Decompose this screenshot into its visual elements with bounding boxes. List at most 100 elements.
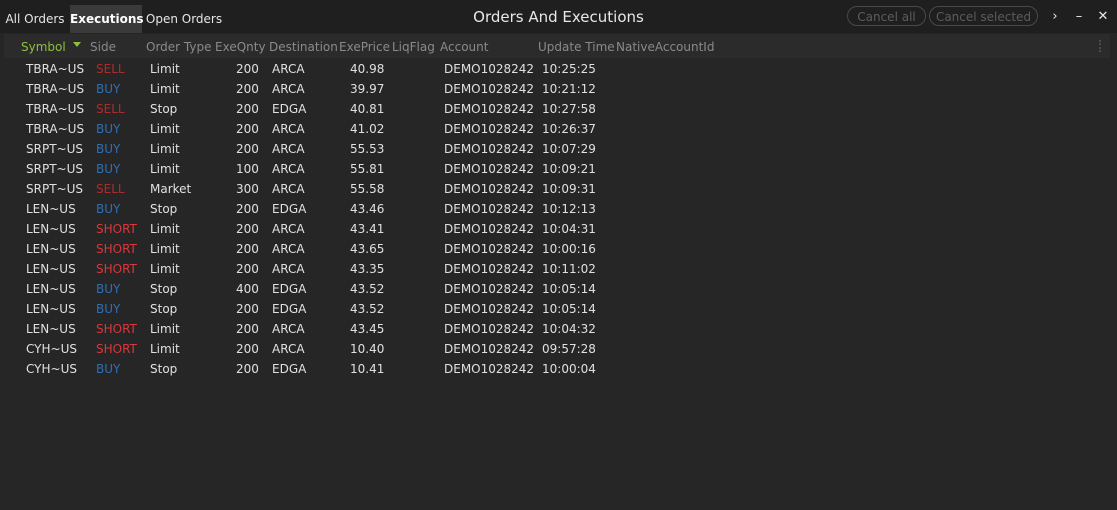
cell-exe-price: 55.58 — [350, 182, 385, 196]
cell-exe-qnty: 200 — [236, 142, 259, 156]
cell-exe-qnty: 200 — [236, 82, 259, 96]
cell-order-type: Limit — [150, 242, 180, 256]
table-row[interactable]: SRPT~US SELL Market 300 ARCA 55.58 DEMO1028242… — [0, 179, 1117, 199]
table-row[interactable]: LEN~US SHORT Limit 200 ARCA 43.41 DEMO1028242 1… — [0, 219, 1117, 239]
tab-executions[interactable]: Executions — [70, 5, 144, 33]
cell-side: SHORT — [96, 322, 137, 336]
cell-destination: EDGA — [272, 282, 307, 296]
cell-side: SELL — [96, 102, 125, 116]
table-row[interactable]: SRPT~US BUY Limit 200 ARCA 55.53 DEMO1028242 10… — [0, 139, 1117, 159]
cell-order-type: Limit — [150, 122, 180, 136]
cell-side: BUY — [96, 302, 121, 316]
column-header-exe-qnty[interactable]: ExeQnty — [215, 40, 266, 54]
cell-exe-qnty: 200 — [236, 222, 259, 236]
table-row[interactable]: LEN~US SHORT Limit 200 ARCA 43.45 DEMO1028242 1… — [0, 319, 1117, 339]
cell-symbol: LEN~US — [26, 242, 76, 256]
cell-update-time: 10:05:14 — [542, 302, 596, 316]
sort-descending-icon[interactable] — [73, 42, 81, 47]
column-header-order-type[interactable]: Order Type — [146, 40, 211, 54]
cell-side: BUY — [96, 162, 121, 176]
column-header-side[interactable]: Side — [90, 40, 116, 54]
cell-side: BUY — [96, 82, 121, 96]
cell-update-time: 10:21:12 — [542, 82, 596, 96]
cell-destination: ARCA — [272, 182, 305, 196]
cell-destination: ARCA — [272, 162, 305, 176]
close-icon[interactable]: ✕ — [1093, 7, 1113, 27]
cell-destination: EDGA — [272, 362, 307, 376]
cell-exe-price: 10.40 — [350, 342, 385, 356]
cell-exe-qnty: 200 — [236, 122, 259, 136]
cell-account: DEMO1028242 — [444, 302, 535, 316]
column-header-native-account-id[interactable]: NativeAccountId — [616, 40, 714, 54]
table-row[interactable]: SRPT~US BUY Limit 100 ARCA 55.81 DEMO1028242 10… — [0, 159, 1117, 179]
cell-update-time: 10:26:37 — [542, 122, 596, 136]
cell-destination: ARCA — [272, 262, 305, 276]
cell-account: DEMO1028242 — [444, 82, 535, 96]
cell-account: DEMO1028242 — [444, 142, 535, 156]
table-row[interactable]: TBRA~US BUY Limit 200 ARCA 39.97 DEMO1028242 10… — [0, 79, 1117, 99]
tab-open-orders[interactable]: Open Orders — [144, 5, 224, 33]
cell-destination: ARCA — [272, 122, 305, 136]
title-bar: All Orders Executions Open Orders Orders… — [0, 0, 1117, 33]
cell-update-time: 10:04:31 — [542, 222, 596, 236]
column-header-liq-flag[interactable]: LiqFlag — [392, 40, 435, 54]
cell-update-time: 10:25:25 — [542, 62, 596, 76]
table-row[interactable]: LEN~US SHORT Limit 200 ARCA 43.35 DEMO1028242 1… — [0, 259, 1117, 279]
column-header-symbol[interactable]: Symbol — [21, 40, 66, 54]
cell-order-type: Limit — [150, 222, 180, 236]
cell-exe-price: 43.45 — [350, 322, 385, 336]
cell-symbol: CYH~US — [26, 342, 77, 356]
cell-side: SHORT — [96, 262, 137, 276]
cell-symbol: LEN~US — [26, 282, 76, 296]
cell-order-type: Market — [150, 182, 192, 196]
cell-order-type: Stop — [150, 102, 178, 116]
table-row[interactable]: LEN~US BUY Stop 200 EDGA 43.52 DEMO1028242 10:0… — [0, 299, 1117, 319]
table-row[interactable]: TBRA~US BUY Limit 200 ARCA 41.02 DEMO1028242 10… — [0, 119, 1117, 139]
cell-order-type: Limit — [150, 322, 180, 336]
cell-side: SHORT — [96, 222, 137, 236]
table-row[interactable]: LEN~US BUY Stop 200 EDGA 43.46 DEMO1028242 10:1… — [0, 199, 1117, 219]
cell-exe-qnty: 200 — [236, 202, 259, 216]
column-header-destination[interactable]: Destination — [269, 40, 338, 54]
table-row[interactable]: CYH~US BUY Stop 200 EDGA 10.41 DEMO1028242 10:0… — [0, 359, 1117, 379]
column-menu-grip-icon[interactable] — [1099, 40, 1104, 52]
cell-account: DEMO1028242 — [444, 62, 535, 76]
cell-exe-qnty: 200 — [236, 342, 259, 356]
cell-account: DEMO1028242 — [444, 362, 535, 376]
cell-exe-price: 43.52 — [350, 282, 385, 296]
tab-all-orders[interactable]: All Orders — [2, 5, 68, 33]
minimize-icon[interactable]: – — [1069, 7, 1089, 27]
table-row[interactable]: TBRA~US SELL Limit 200 ARCA 40.98 DEMO1028242 1… — [0, 59, 1117, 79]
cell-side: BUY — [96, 202, 121, 216]
cell-destination: ARCA — [272, 62, 305, 76]
expand-chevron-icon[interactable]: › — [1045, 7, 1065, 27]
table-row[interactable]: LEN~US BUY Stop 400 EDGA 43.52 DEMO1028242 10:0… — [0, 279, 1117, 299]
cell-exe-price: 43.41 — [350, 222, 385, 236]
column-header-update-time[interactable]: Update Time — [538, 40, 615, 54]
cell-exe-qnty: 200 — [236, 362, 259, 376]
cancel-selected-button[interactable]: Cancel selected — [929, 6, 1038, 26]
cell-exe-price: 43.35 — [350, 262, 385, 276]
cell-update-time: 10:05:14 — [542, 282, 596, 296]
cell-exe-price: 10.41 — [350, 362, 385, 376]
cell-destination: ARCA — [272, 342, 305, 356]
cell-symbol: LEN~US — [26, 262, 76, 276]
cell-order-type: Limit — [150, 342, 180, 356]
cell-order-type: Stop — [150, 202, 178, 216]
cell-destination: ARCA — [272, 322, 305, 336]
column-header-account[interactable]: Account — [440, 40, 488, 54]
cell-order-type: Limit — [150, 62, 180, 76]
column-header-exe-price[interactable]: ExePrice — [339, 40, 390, 54]
table-row[interactable]: CYH~US SHORT Limit 200 ARCA 10.40 DEMO1028242 0… — [0, 339, 1117, 359]
table-row[interactable]: LEN~US SHORT Limit 200 ARCA 43.65 DEMO1028242 1… — [0, 239, 1117, 259]
cell-symbol: TBRA~US — [26, 82, 85, 96]
cell-update-time: 10:04:32 — [542, 322, 596, 336]
cell-account: DEMO1028242 — [444, 162, 535, 176]
cell-exe-price: 55.53 — [350, 142, 385, 156]
table-row[interactable]: TBRA~US SELL Stop 200 EDGA 40.81 DEMO1028242 10… — [0, 99, 1117, 119]
cancel-all-button[interactable]: Cancel all — [847, 6, 926, 26]
cell-symbol: LEN~US — [26, 322, 76, 336]
cell-exe-price: 43.46 — [350, 202, 385, 216]
cell-side: BUY — [96, 282, 121, 296]
cell-side: BUY — [96, 142, 121, 156]
